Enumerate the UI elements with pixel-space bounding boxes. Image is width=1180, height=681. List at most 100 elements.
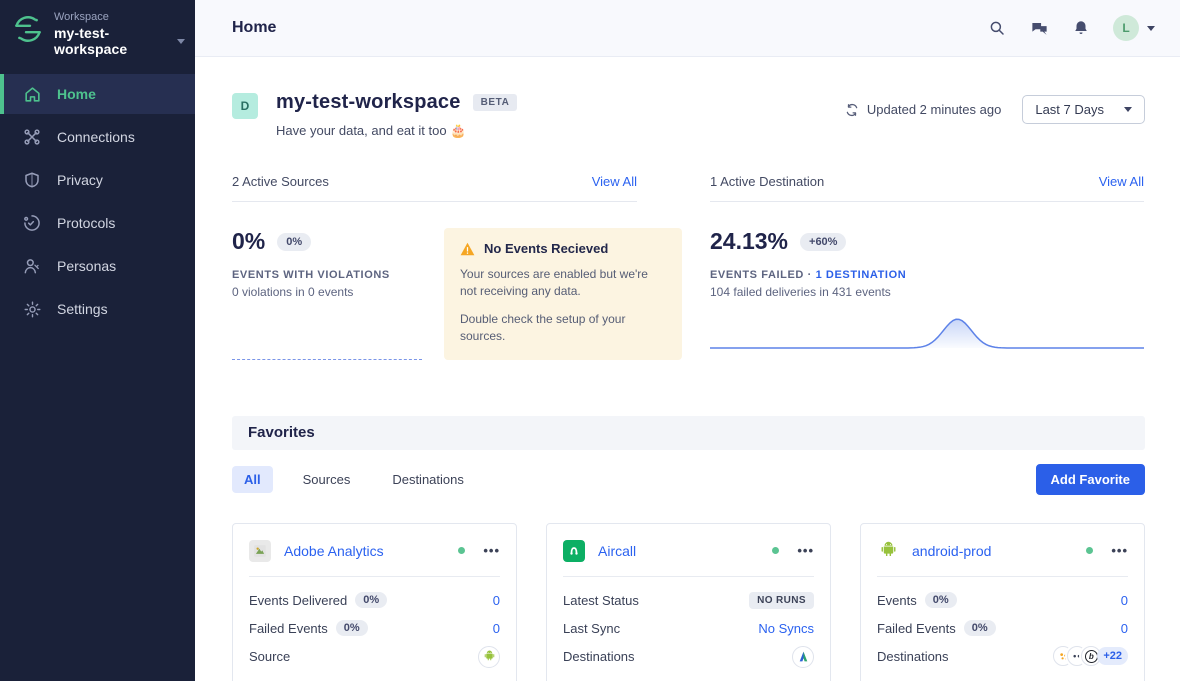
chat-icon[interactable] xyxy=(1029,18,1049,38)
segment-logo-icon xyxy=(12,13,44,45)
destinations-header: 1 Active Destination xyxy=(710,174,824,189)
status-dot-icon xyxy=(458,547,465,554)
violations-value: 0% xyxy=(232,228,265,255)
refresh-icon[interactable] xyxy=(845,103,859,117)
destinations-view-all-link[interactable]: View All xyxy=(1099,174,1144,189)
row-badge: 0% xyxy=(336,620,368,636)
favorite-card-adobe-analytics: Adobe Analytics ••• Events Delivered 0% … xyxy=(232,523,517,681)
row-label: Events xyxy=(877,593,917,608)
airship-logo[interactable] xyxy=(792,646,814,668)
user-menu[interactable]: L xyxy=(1113,15,1155,41)
connections-icon xyxy=(22,127,42,147)
status-dot-icon xyxy=(772,547,779,554)
date-range-value: Last 7 Days xyxy=(1035,102,1104,117)
android-logo[interactable] xyxy=(478,646,500,668)
events-failed-delta-badge: +60% xyxy=(800,233,846,251)
row-label: Source xyxy=(249,649,290,664)
status-dot-icon xyxy=(1086,547,1093,554)
workspace-avatar: D xyxy=(232,93,258,119)
search-icon[interactable] xyxy=(987,18,1007,38)
workspace-switcher[interactable]: Workspace my-test-workspace xyxy=(0,0,195,70)
workspace-hero: D my-test-workspace BETA Have your data,… xyxy=(232,91,1145,139)
sources-view-all-link[interactable]: View All xyxy=(592,174,637,189)
card-row: Failed Events 0% 0 xyxy=(877,618,1128,639)
sidebar-item-personas[interactable]: Personas xyxy=(0,246,195,286)
separator-dot: · xyxy=(808,269,812,281)
tab-destinations[interactable]: Destinations xyxy=(380,466,476,493)
row-value-link[interactable]: 0 xyxy=(1121,593,1128,608)
violations-sparkline xyxy=(232,359,422,360)
events-failed-value: 24.13% xyxy=(710,228,788,255)
card-title-link[interactable]: Aircall xyxy=(598,543,636,559)
sidebar-item-home[interactable]: Home xyxy=(0,74,195,114)
row-badge: 0% xyxy=(355,592,387,608)
card-title-link[interactable]: Adobe Analytics xyxy=(284,543,384,559)
card-title-link[interactable]: android-prod xyxy=(912,543,991,559)
row-value-link[interactable]: No Syncs xyxy=(758,621,814,636)
card-row: Events Delivered 0% 0 xyxy=(249,590,500,611)
sidebar: Workspace my-test-workspace Home Connect… xyxy=(0,0,195,681)
tab-all[interactable]: All xyxy=(232,466,273,493)
avatar[interactable]: L xyxy=(1113,15,1139,41)
warning-body-1: Your sources are enabled but we're not r… xyxy=(460,266,666,301)
add-favorite-button[interactable]: Add Favorite xyxy=(1036,464,1145,495)
bell-icon[interactable] xyxy=(1071,18,1091,38)
favorites-title: Favorites xyxy=(248,424,315,441)
date-range-select[interactable]: Last 7 Days xyxy=(1022,95,1145,124)
row-badge: 0% xyxy=(925,592,957,608)
more-destinations-badge[interactable]: +22 xyxy=(1097,647,1128,665)
card-row: Source xyxy=(249,646,500,668)
home-icon xyxy=(22,84,42,104)
sidebar-item-settings[interactable]: Settings xyxy=(0,289,195,329)
row-label: Failed Events xyxy=(249,621,328,636)
main-area: Home L D xyxy=(195,0,1180,681)
favorites-controls: All Sources Destinations Add Favorite xyxy=(232,464,1145,495)
card-row: Last Sync No Syncs xyxy=(563,618,814,639)
card-row: Events 0% 0 xyxy=(877,590,1128,611)
sidebar-item-connections[interactable]: Connections xyxy=(0,117,195,157)
row-label: Latest Status xyxy=(563,593,639,608)
updated-status: Updated 2 minutes ago xyxy=(845,102,1001,117)
workspace-hero-left: D my-test-workspace BETA Have your data,… xyxy=(232,91,517,139)
violations-stat: 0% 0% EVENTS WITH VIOLATIONS 0 violation… xyxy=(232,228,432,360)
violations-label: EVENTS WITH VIOLATIONS xyxy=(232,269,432,281)
favorites-cards: Adobe Analytics ••• Events Delivered 0% … xyxy=(232,523,1145,681)
overflow-menu-icon[interactable]: ••• xyxy=(483,546,500,556)
events-failed-sparkline xyxy=(710,311,1144,356)
row-value-link[interactable]: 0 xyxy=(493,621,500,636)
workspace-text: Workspace my-test-workspace xyxy=(54,11,185,57)
sidebar-item-label: Privacy xyxy=(57,172,103,188)
no-runs-badge: NO RUNS xyxy=(749,592,814,609)
workspace-hero-right: Updated 2 minutes ago Last 7 Days xyxy=(845,91,1145,124)
overflow-menu-icon[interactable]: ••• xyxy=(797,546,814,556)
sidebar-nav: Home Connections Privacy Protocols xyxy=(0,74,195,332)
events-failed-label: EVENTS FAILED xyxy=(710,269,804,281)
row-badge: 0% xyxy=(964,620,996,636)
privacy-icon xyxy=(22,170,42,190)
favorite-card-android-prod: android-prod ••• Events 0% 0 Failed Even… xyxy=(860,523,1145,681)
tab-sources[interactable]: Sources xyxy=(291,466,363,493)
updated-text: Updated 2 minutes ago xyxy=(867,102,1001,117)
stats-section: 2 Active Sources View All 0% 0% EVENTS W… xyxy=(232,174,1145,360)
row-value-link[interactable]: 0 xyxy=(1121,621,1128,636)
sidebar-item-privacy[interactable]: Privacy xyxy=(0,160,195,200)
topbar: Home L xyxy=(195,0,1180,57)
destinations-panel: 1 Active Destination View All 24.13% +60… xyxy=(710,174,1144,360)
row-value-link[interactable]: 0 xyxy=(493,593,500,608)
sidebar-item-protocols[interactable]: Protocols xyxy=(0,203,195,243)
violations-delta-badge: 0% xyxy=(277,233,311,251)
sidebar-item-label: Protocols xyxy=(57,215,115,231)
android-logo xyxy=(877,540,899,562)
adobe-analytics-logo xyxy=(249,540,271,562)
sources-panel: 2 Active Sources View All 0% 0% EVENTS W… xyxy=(232,174,682,360)
app-window: Workspace my-test-workspace Home Connect… xyxy=(0,0,1180,681)
aircall-logo xyxy=(563,540,585,562)
settings-icon xyxy=(22,299,42,319)
protocols-icon xyxy=(22,213,42,233)
row-label: Destinations xyxy=(877,649,949,664)
workspace-name: my-test-workspace xyxy=(54,25,171,57)
row-label: Last Sync xyxy=(563,621,620,636)
destination-count-link[interactable]: 1 DESTINATION xyxy=(816,269,907,281)
overflow-menu-icon[interactable]: ••• xyxy=(1111,546,1128,556)
warning-icon xyxy=(460,242,475,256)
